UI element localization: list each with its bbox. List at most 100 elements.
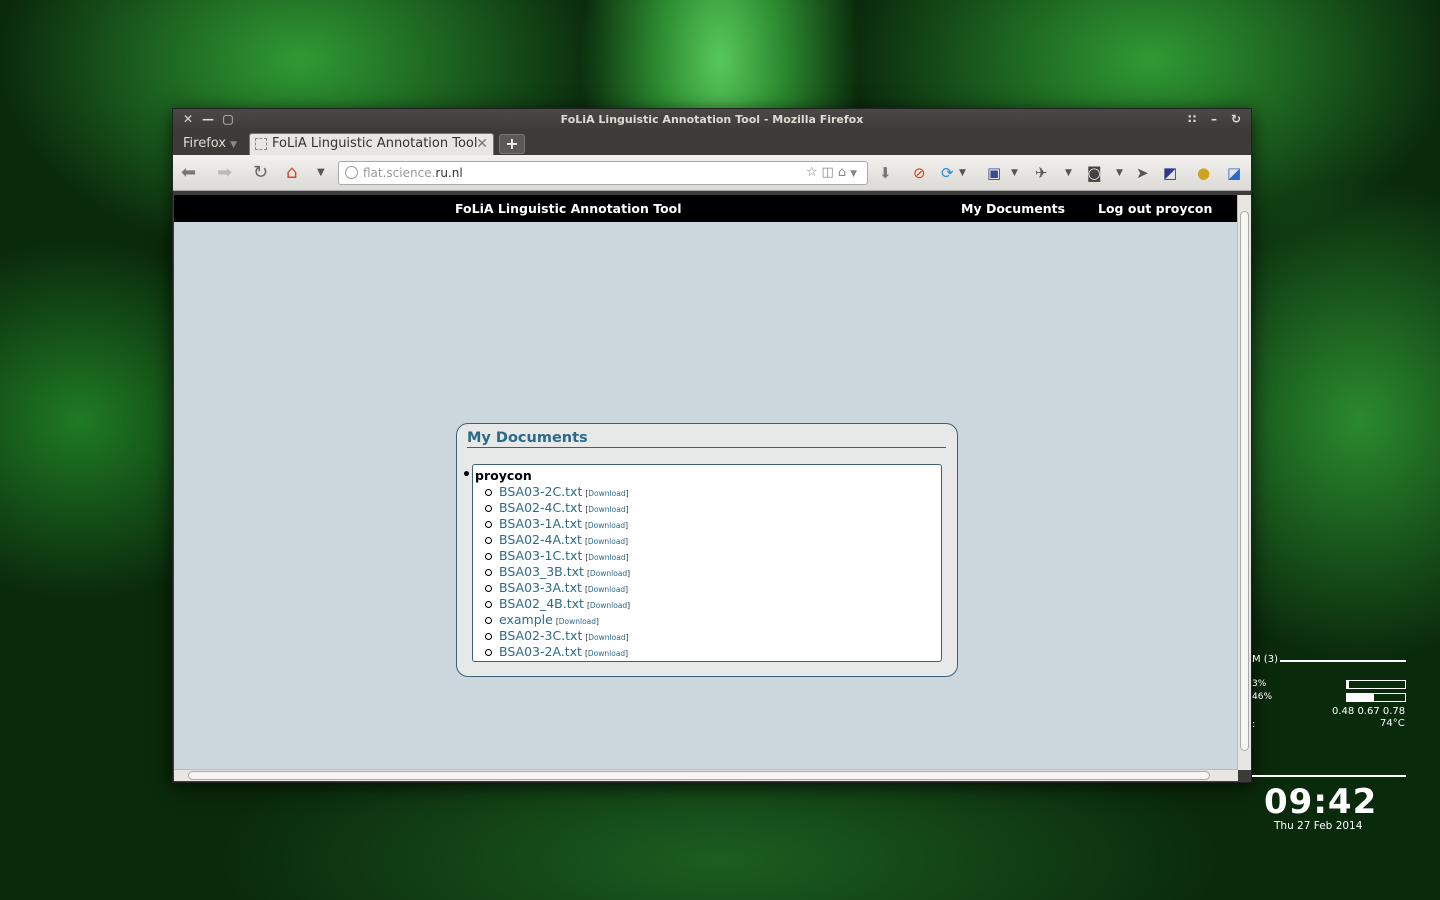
- list-item: BSA03_3B.txt [Download]: [485, 564, 941, 580]
- download-link[interactable]: Download: [588, 633, 625, 642]
- medal-icon[interactable]: ●: [1197, 163, 1210, 183]
- download-link[interactable]: Download: [588, 649, 625, 658]
- dropdown-arrow-icon[interactable]: ▼: [850, 169, 861, 179]
- tab-active[interactable]: FoLiA Linguistic Annotation Tool ✕: [249, 133, 494, 155]
- url-bar[interactable]: flat.science.ru.nl ☆◫⌂▼: [338, 161, 868, 185]
- pocket-button-icon[interactable]: ◙: [1087, 163, 1102, 183]
- row-colon: :: [1252, 719, 1256, 730]
- file-link[interactable]: BSA03_3B.txt: [499, 564, 584, 579]
- nav-my-documents[interactable]: My Documents: [961, 201, 1065, 216]
- download-link-wrapper: [Download]: [584, 521, 629, 530]
- list-item: BSA02-3C.txt [Download]: [485, 628, 941, 644]
- download-arrow-icon[interactable]: ⬇: [879, 163, 892, 183]
- widget-header: M (3): [1252, 654, 1278, 665]
- sync-dropdown-icon[interactable]: ▼: [959, 163, 966, 183]
- site-header: FoLiA Linguistic Annotation Tool My Docu…: [174, 195, 1238, 222]
- extension-dropdown-icon[interactable]: ▼: [1065, 163, 1072, 183]
- horizontal-scroll-thumb[interactable]: [188, 771, 1210, 780]
- back-arrow-icon[interactable]: ⬅: [181, 163, 196, 183]
- reload-icon[interactable]: ↻: [253, 163, 268, 183]
- download-link[interactable]: Download: [588, 489, 625, 498]
- pocket-dropdown-icon[interactable]: ▼: [1116, 163, 1123, 183]
- list-item: BSA03-1C.txt [Download]: [485, 548, 941, 564]
- bookmarks-icon[interactable]: ▣: [987, 163, 1001, 183]
- download-link[interactable]: Download: [588, 585, 625, 594]
- tab-title: FoLiA Linguistic Annotation Tool: [272, 136, 478, 151]
- forward-arrow-icon[interactable]: ➡: [217, 163, 232, 183]
- extension-icon[interactable]: ✈: [1035, 163, 1048, 183]
- globe-icon: [345, 166, 358, 179]
- file-link[interactable]: BSA03-1A.txt: [499, 516, 582, 531]
- download-link-wrapper: [Download]: [584, 537, 629, 546]
- file-list: BSA03-2C.txt [Download] BSA02-4C.txt [Down…: [485, 484, 941, 660]
- send-icon[interactable]: ➤: [1136, 163, 1149, 183]
- adblock-icon[interactable]: ⊘: [913, 163, 926, 183]
- system-monitor-widget: M (3) 3% 46% 0.48 0.67 0.78 : 74°C 09:42…: [1252, 650, 1412, 850]
- firefox-window: ✕ — ▢ FoLiA Linguistic Annotation Tool -…: [172, 108, 1252, 783]
- file-link[interactable]: BSA02-3C.txt: [499, 628, 582, 643]
- download-link[interactable]: Download: [588, 521, 625, 530]
- refresh-circle-icon[interactable]: ↻: [1229, 112, 1243, 126]
- download-link[interactable]: Download: [588, 537, 625, 546]
- download-link[interactable]: Download: [559, 617, 596, 626]
- list-item: example [Download]: [485, 612, 941, 628]
- vertical-scrollbar[interactable]: [1237, 195, 1251, 770]
- grip-icon[interactable]: ∷: [1185, 112, 1199, 126]
- nav-logout[interactable]: Log out proycon: [1098, 201, 1212, 216]
- row2-bar-fill: [1347, 694, 1374, 701]
- download-link-wrapper: [Download]: [585, 489, 629, 498]
- site-brand[interactable]: FoLiA Linguistic Annotation Tool: [455, 201, 682, 216]
- download-link[interactable]: Download: [588, 553, 625, 562]
- pocket-icon[interactable]: ◫: [822, 165, 838, 180]
- file-link[interactable]: BSA02_4B.txt: [499, 596, 584, 611]
- documents-panel: My Documents proycon BSA03-2C.txt[Downlo…: [456, 423, 958, 677]
- download-link-wrapper: [Download]: [555, 617, 599, 626]
- bookmark-star-icon[interactable]: ☆: [806, 165, 822, 180]
- row1-bar-fill: [1347, 681, 1349, 688]
- new-tab-button[interactable]: +: [499, 134, 525, 154]
- clock-time: 09:42: [1264, 782, 1378, 822]
- file-link[interactable]: BSA03-3A.txt: [499, 580, 582, 595]
- resize-icon[interactable]: ◪: [1227, 163, 1241, 183]
- file-link[interactable]: BSA03-2A.txt: [499, 644, 582, 659]
- page-content: FoLiA Linguistic Annotation Tool My Docu…: [174, 195, 1238, 770]
- file-link[interactable]: BSA03-2C.txt: [499, 484, 582, 499]
- download-link[interactable]: Download: [588, 505, 625, 514]
- list-item: BSA03-2C.txt [Download]: [485, 484, 941, 500]
- firefox-menu-button[interactable]: Firefox ▼: [177, 134, 243, 154]
- horizontal-scrollbar[interactable]: [174, 769, 1238, 781]
- sync-icon[interactable]: ⟳: [941, 163, 954, 183]
- shapes-icon[interactable]: ◩: [1163, 163, 1177, 183]
- file-link[interactable]: BSA02-4C.txt: [499, 500, 582, 515]
- minimize-small-icon[interactable]: –: [1207, 112, 1221, 126]
- window-titlebar: ✕ — ▢ FoLiA Linguistic Annotation Tool -…: [173, 109, 1251, 131]
- row2-bar: [1346, 693, 1406, 702]
- list-item: BSA03-2A.txt [Download]: [485, 644, 941, 660]
- home-dropdown-icon[interactable]: ▼: [317, 163, 325, 183]
- load-average: 0.48 0.67 0.78: [1332, 706, 1406, 717]
- bookmarks-dropdown-icon[interactable]: ▼: [1011, 163, 1018, 183]
- vertical-scroll-thumb[interactable]: [1240, 211, 1249, 751]
- list-item: BSA02_4B.txt [Download]: [485, 596, 941, 612]
- navigation-toolbar: ⬅ ➡ ↻ ⌂ ▼ flat.science.ru.nl ☆◫⌂▼ ⬇ ⊘ ⟳ …: [173, 155, 1251, 191]
- tab-close-icon[interactable]: ✕: [476, 134, 488, 154]
- url-prefix: flat.science.: [363, 166, 436, 180]
- url-host: ru.nl: [435, 166, 463, 180]
- clock-date: Thu 27 Feb 2014: [1274, 820, 1363, 832]
- dropdown-arrow-icon: ▼: [230, 140, 238, 150]
- home-icon[interactable]: ⌂: [286, 163, 297, 183]
- download-link-wrapper: [Download]: [586, 569, 631, 578]
- home-small-icon[interactable]: ⌂: [838, 165, 850, 180]
- owner-name: proycon: [462, 467, 941, 484]
- favicon-icon: [255, 138, 267, 150]
- file-link[interactable]: BSA02-4A.txt: [499, 532, 582, 547]
- tab-bar: Firefox ▼ FoLiA Linguistic Annotation To…: [173, 131, 1251, 155]
- download-link[interactable]: Download: [590, 569, 627, 578]
- list-item: BSA03-1A.txt [Download]: [485, 516, 941, 532]
- document-list: proycon BSA03-2C.txt[Download] BSA02-4C.…: [462, 464, 942, 662]
- download-link[interactable]: Download: [590, 601, 627, 610]
- file-link[interactable]: example: [499, 612, 553, 627]
- urlbar-icons: ☆◫⌂▼: [806, 162, 861, 185]
- file-link[interactable]: BSA03-1C.txt: [499, 548, 582, 563]
- divider: [1252, 775, 1406, 777]
